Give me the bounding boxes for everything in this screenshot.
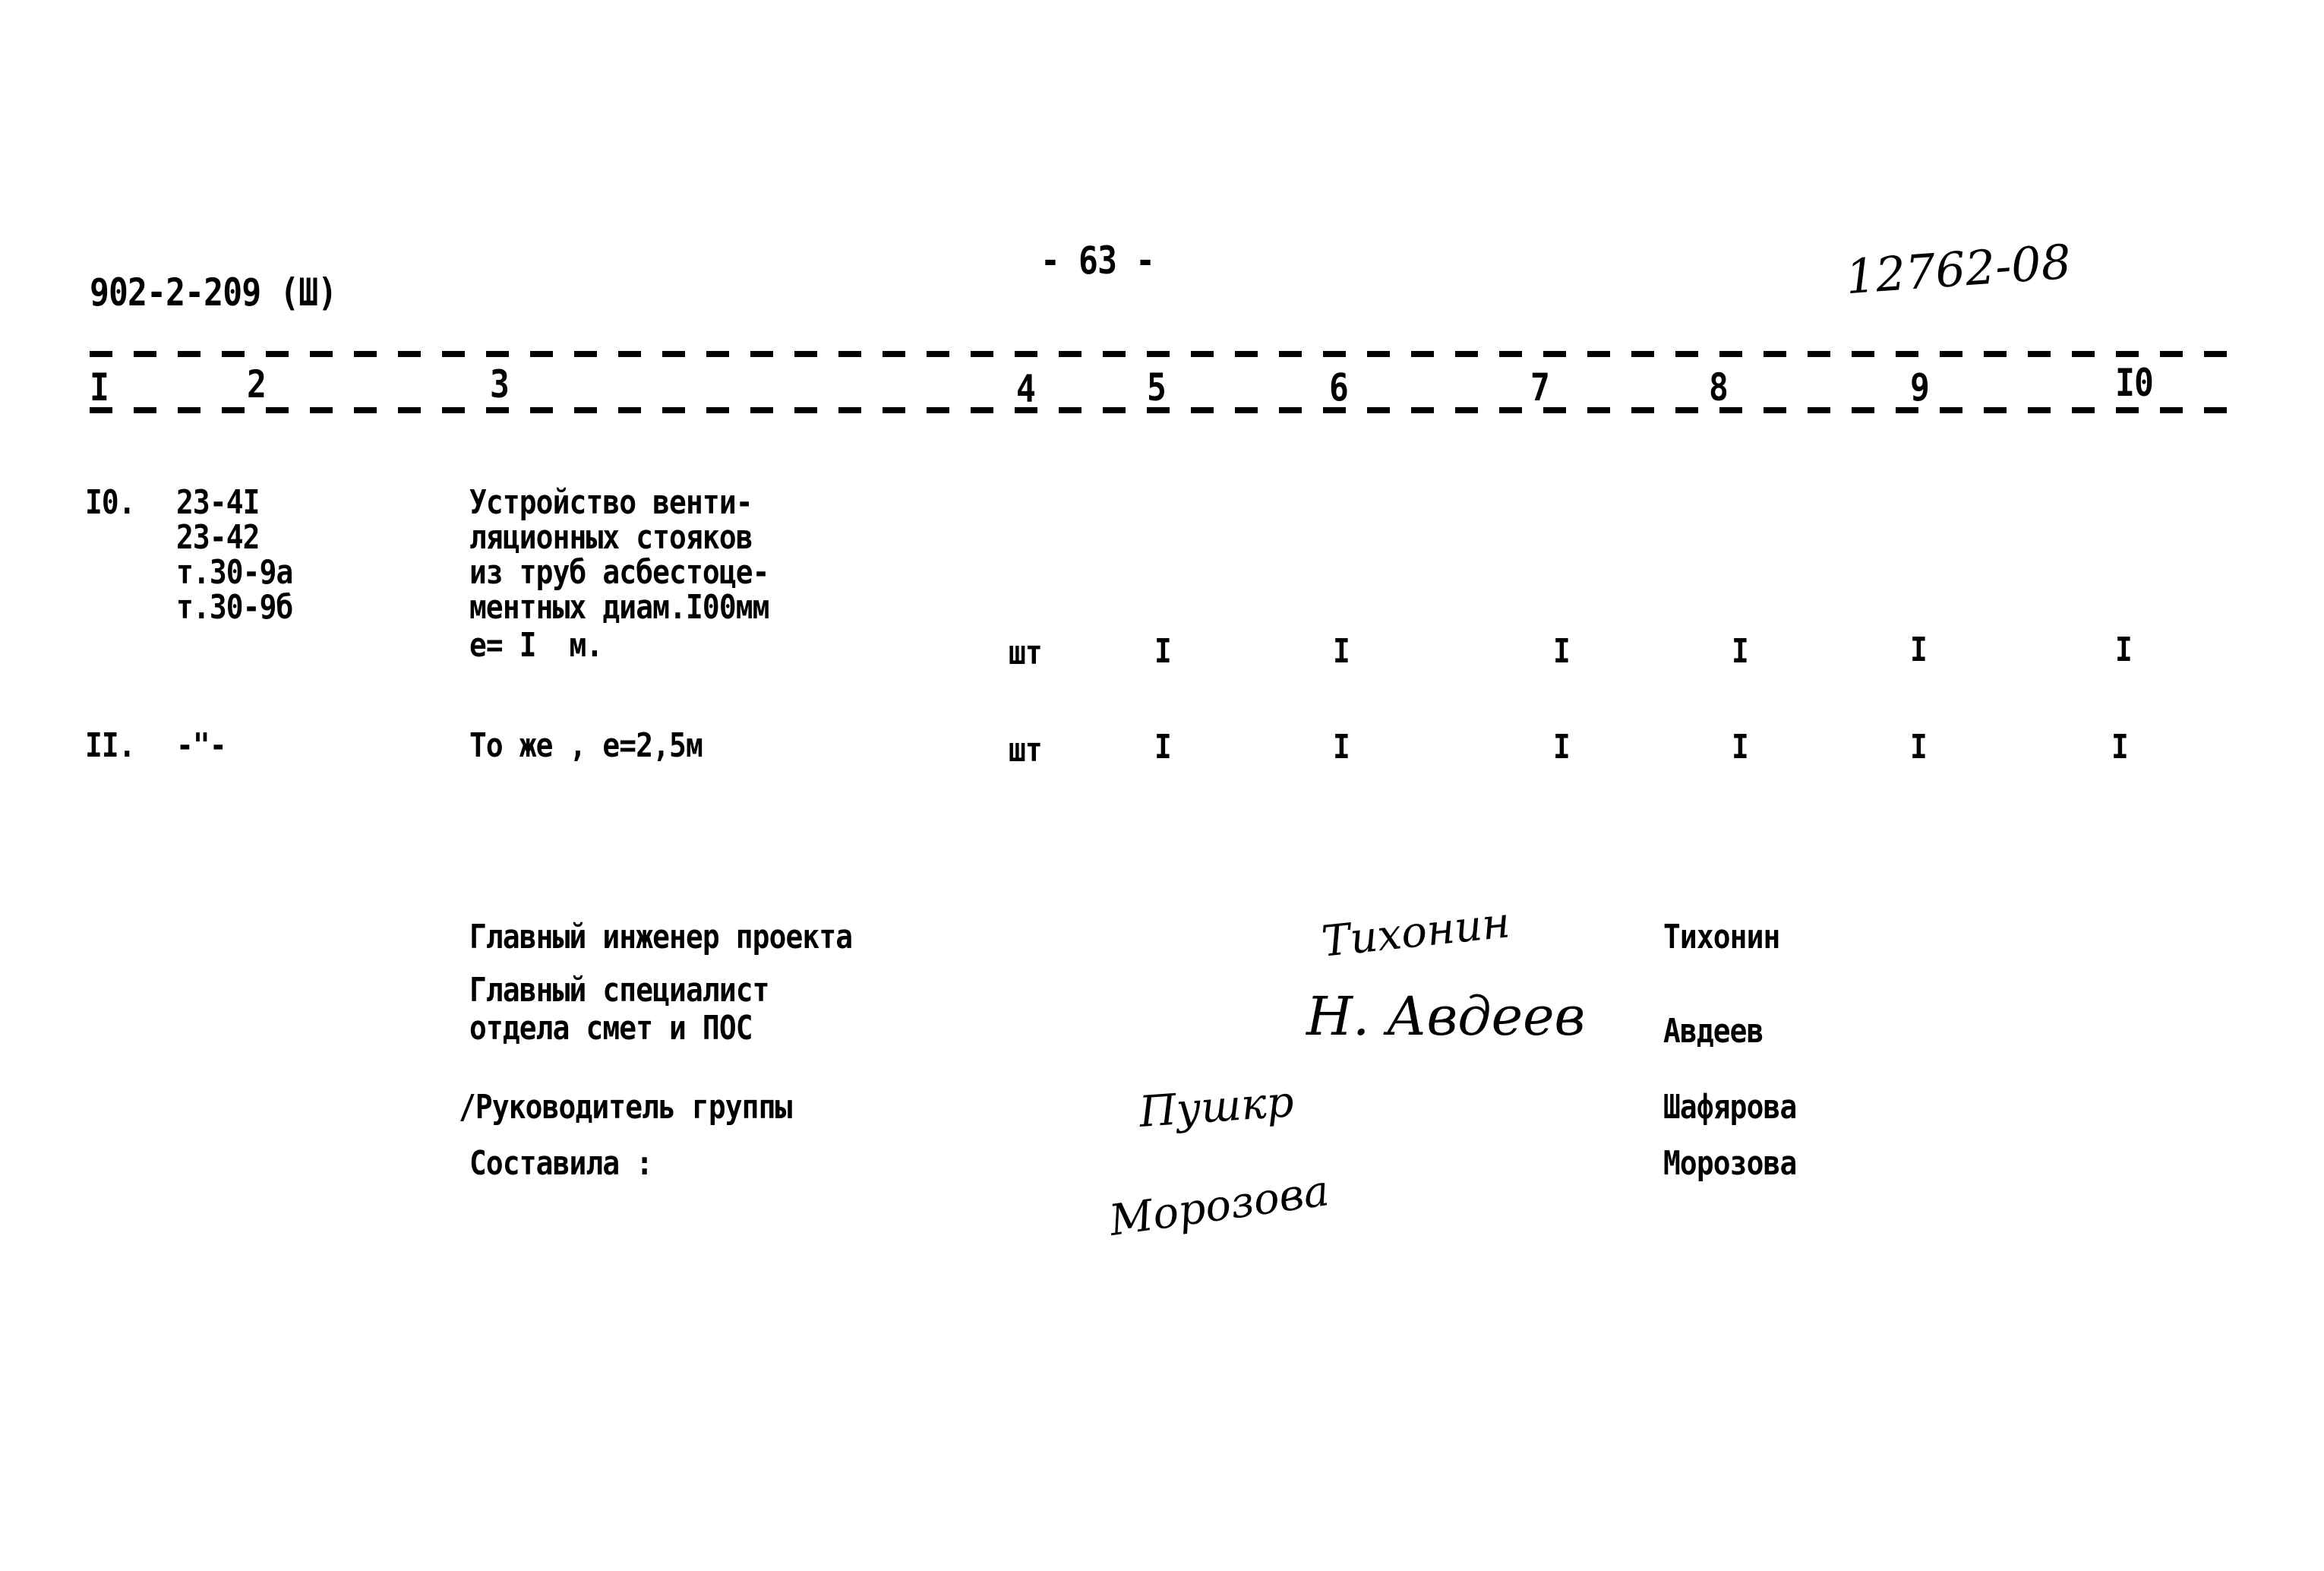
col-num-6: 6: [1329, 365, 1349, 409]
row-value-col8: I: [1732, 632, 1749, 671]
signer-role: Главный специалист: [469, 971, 769, 1010]
row-value-col6: I: [1333, 632, 1350, 671]
row-description-line: То же , е=2,5м: [469, 726, 703, 765]
signer-name: Шафярова: [1663, 1088, 1797, 1127]
row-number: II.: [85, 726, 136, 765]
row-code: 23-4I: [176, 483, 260, 522]
row-unit: шт: [1009, 731, 1043, 770]
inventory-number: 12762-08: [1843, 233, 2073, 305]
handwritten-signature: Тихонин: [1319, 898, 1513, 967]
col-num-4: 4: [1016, 367, 1036, 411]
signer-name: Тихонин: [1663, 918, 1780, 956]
row-description-line: е= I м.: [469, 626, 603, 665]
header-top-rule: [90, 351, 2231, 357]
row-value-col7: I: [1553, 728, 1571, 767]
col-num-3: 3: [490, 362, 510, 406]
signer-name: Авдеев: [1663, 1012, 1764, 1051]
row-description-line: Устройство венти-: [469, 483, 753, 522]
row-description-line: ляционных стояков: [469, 518, 753, 557]
handwritten-signature: Н. Авдеев: [1306, 985, 1586, 1048]
signer-name: Морозова: [1663, 1144, 1797, 1183]
signer-role: отдела смет и ПОС: [469, 1009, 753, 1048]
row-value-col8: I: [1732, 728, 1749, 767]
page-number: - 63 -: [1040, 239, 1155, 283]
col-num-2: 2: [247, 362, 267, 406]
col-num-7: 7: [1530, 365, 1550, 409]
col-num-5: 5: [1147, 365, 1167, 409]
row-value-col7: I: [1553, 632, 1571, 671]
row-code: -"-: [176, 726, 227, 765]
row-description-line: ментных диам.I00мм: [469, 588, 769, 627]
row-value-col5: I: [1154, 632, 1172, 671]
col-num-9: 9: [1910, 365, 1930, 409]
row-value-col10: I: [2115, 631, 2133, 669]
row-value-col10: I: [2111, 728, 2129, 767]
document-code: 902-2-209 (Ш): [90, 270, 337, 315]
signer-role: /Руководитель группы: [459, 1088, 792, 1127]
row-value-col9: I: [1910, 631, 1928, 669]
handwritten-signature: Пушкр: [1137, 1076, 1296, 1138]
signer-role: Составила :: [469, 1144, 653, 1183]
col-num-1: I: [90, 365, 109, 409]
row-value-col6: I: [1333, 728, 1350, 767]
row-description-line: из труб асбестоце-: [469, 553, 769, 592]
row-code: 23-42: [176, 518, 260, 557]
row-value-col5: I: [1154, 728, 1172, 767]
col-num-8: 8: [1709, 365, 1729, 409]
row-code: т.30-9б: [176, 588, 293, 627]
col-num-10: I0: [2115, 361, 2154, 405]
row-code: т.30-9а: [176, 553, 293, 592]
signer-role: Главный инженер проекта: [469, 918, 853, 956]
handwritten-signature: Морозова: [1106, 1166, 1332, 1246]
row-value-col9: I: [1910, 728, 1928, 767]
row-number: I0.: [85, 483, 136, 522]
row-unit: шт: [1009, 634, 1043, 672]
